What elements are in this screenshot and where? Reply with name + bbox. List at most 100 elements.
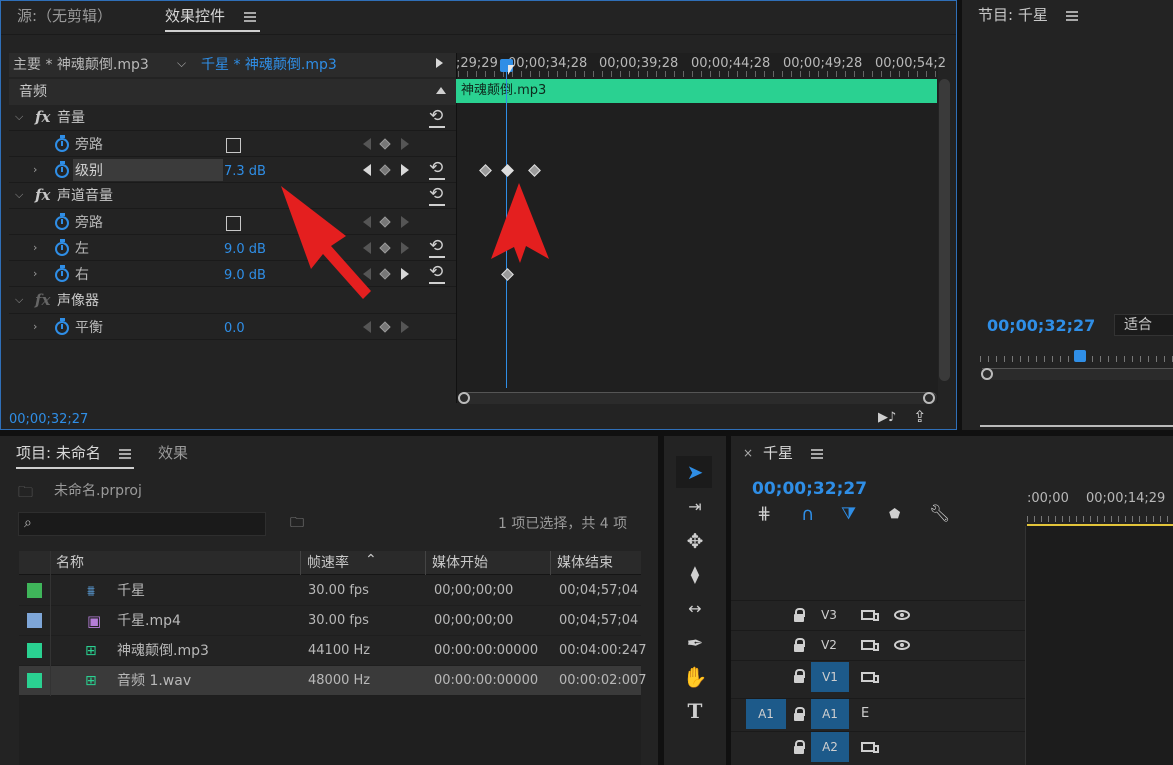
clip-dropdown-chevron-icon[interactable]: ⌵ <box>177 57 186 69</box>
timeline-menu-icon[interactable] <box>811 449 823 459</box>
project-tab[interactable]: 项目: 未命名 <box>16 446 101 461</box>
project-menu-icon[interactable] <box>119 449 131 459</box>
selection-tool-icon[interactable]: ➤ <box>680 459 710 485</box>
reset-icon[interactable] <box>429 184 445 206</box>
next-keyframe-icon[interactable] <box>401 268 409 280</box>
add-keyframe-icon[interactable] <box>379 216 391 228</box>
zoom-handle-left[interactable] <box>458 392 470 404</box>
add-keyframe-icon[interactable] <box>379 268 391 280</box>
next-keyframe-icon[interactable] <box>401 164 409 176</box>
track-label-v2[interactable]: V2 <box>810 630 848 660</box>
column-end-header[interactable]: 媒体结束 <box>557 556 613 570</box>
list-item-selected[interactable]: ⊞ 音频 1.wav 48000 Hz 00:00:00:00000 00:00… <box>19 666 647 696</box>
play-audio-icon[interactable]: ▶♪ <box>878 411 896 424</box>
left-value[interactable]: 9.0 dB <box>224 243 266 256</box>
new-bin-icon[interactable]: 🗀 <box>290 516 304 530</box>
stopwatch-icon[interactable] <box>55 265 69 282</box>
list-item[interactable]: ⩩ 千星 30.00 fps 00;00;00;00 00;04;57;04 <box>19 576 641 606</box>
next-keyframe-icon[interactable] <box>401 138 409 150</box>
effects-panel-tab[interactable]: 效果 <box>158 446 188 461</box>
label-color-swatch[interactable] <box>27 673 42 688</box>
vertical-scrollbar[interactable] <box>939 79 950 381</box>
export-icon[interactable]: ⇪ <box>913 409 926 425</box>
effect-controls-tab[interactable]: 效果控件 <box>165 9 225 24</box>
add-marker-icon[interactable]: ⬟ <box>889 508 900 521</box>
timeline-title[interactable]: 千星 <box>763 446 793 461</box>
bypass2-checkbox[interactable] <box>226 216 241 231</box>
stopwatch-icon[interactable] <box>55 135 69 152</box>
sync-toggle-icon[interactable] <box>861 742 879 753</box>
lock-icon[interactable] <box>794 638 805 652</box>
fx-icon[interactable]: fx <box>35 291 50 309</box>
program-zoom-bar[interactable] <box>982 368 1173 380</box>
pen-tool-icon[interactable]: ✒ <box>680 630 710 656</box>
reset-icon[interactable] <box>429 158 445 180</box>
expand-chevron-icon[interactable]: ⌵ <box>15 110 23 124</box>
linked-selection-icon[interactable]: ⧩ <box>841 506 856 523</box>
ripple-edit-tool-icon[interactable]: ✥ <box>680 528 710 554</box>
sort-ascending-icon[interactable]: ⌃ <box>365 553 377 567</box>
wrench-icon[interactable]: 🔧︎ <box>929 506 951 523</box>
razor-tool-icon[interactable]: ⧫ <box>680 562 710 588</box>
track-select-tool-icon[interactable]: ⇥ <box>680 494 710 520</box>
eye-icon[interactable] <box>894 610 910 620</box>
reset-icon[interactable] <box>429 236 445 258</box>
prev-keyframe-icon[interactable] <box>363 138 371 150</box>
track-label-v3[interactable]: V3 <box>810 600 848 630</box>
reset-icon[interactable] <box>429 106 445 128</box>
program-menu-icon[interactable] <box>1066 11 1078 21</box>
search-input[interactable] <box>18 512 266 536</box>
hand-tool-icon[interactable]: ✋ <box>680 664 710 690</box>
add-keyframe-icon[interactable] <box>379 242 391 254</box>
right-value[interactable]: 9.0 dB <box>224 269 266 282</box>
column-rate-header[interactable]: 帧速率 <box>307 556 349 570</box>
expand-timeline-arrow-icon[interactable] <box>436 58 443 68</box>
slip-tool-icon[interactable]: ↔ <box>680 596 710 622</box>
sync-toggle-icon[interactable] <box>861 610 879 621</box>
add-keyframe-icon[interactable] <box>379 321 391 333</box>
expand-chevron-icon[interactable]: › <box>33 267 37 280</box>
column-start-header[interactable]: 媒体开始 <box>432 556 488 570</box>
collapse-up-arrow-icon[interactable] <box>436 87 446 94</box>
program-timecode[interactable]: 00;00;32;27 <box>987 318 1095 334</box>
lock-icon[interactable] <box>794 669 805 683</box>
label-color-swatch[interactable] <box>27 583 42 598</box>
next-keyframe-icon[interactable] <box>401 216 409 228</box>
reset-icon[interactable] <box>429 262 445 284</box>
sync-toggle-icon[interactable] <box>861 672 879 683</box>
stopwatch-icon[interactable] <box>55 239 69 256</box>
panner-effect-row[interactable]: ⌵ fx 声像器 <box>9 288 456 314</box>
fx-icon[interactable]: fx <box>35 186 50 204</box>
prev-keyframe-icon[interactable] <box>363 164 371 176</box>
level-value[interactable]: 7.3 dB <box>224 165 266 178</box>
sequence-clip-label[interactable]: 千星 * 神魂颠倒.mp3 <box>201 58 337 72</box>
balance-value[interactable]: 0.0 <box>224 322 245 335</box>
snap-magnet-icon[interactable]: ∩ <box>801 506 814 524</box>
stopwatch-icon[interactable] <box>55 161 69 178</box>
expand-chevron-icon[interactable]: › <box>33 241 37 254</box>
current-time-display[interactable]: 00;00;32;27 <box>9 413 88 426</box>
nest-icon[interactable]: ⋕ <box>757 506 771 523</box>
eye-icon[interactable] <box>894 640 910 650</box>
list-item[interactable]: ▣ 千星.mp4 30.00 fps 00;00;00;00 00;04;57;… <box>19 606 641 636</box>
lock-icon[interactable] <box>794 707 805 721</box>
label-color-swatch[interactable] <box>27 643 42 658</box>
next-keyframe-icon[interactable] <box>401 242 409 254</box>
expand-chevron-icon[interactable]: ⌵ <box>15 188 23 202</box>
stopwatch-icon[interactable] <box>55 318 69 335</box>
expand-chevron-icon[interactable]: › <box>33 163 37 176</box>
volume-effect-row[interactable]: ⌵ fx 音量 <box>9 105 456 131</box>
close-icon[interactable]: × <box>743 447 753 459</box>
zoom-handle-right[interactable] <box>923 392 935 404</box>
expand-chevron-icon[interactable]: ⌵ <box>15 293 23 307</box>
expand-chevron-icon[interactable]: › <box>33 320 37 333</box>
lock-icon[interactable] <box>794 740 805 754</box>
fx-icon[interactable]: fx <box>35 108 50 126</box>
program-monitor-title[interactable]: 节目: 千星 <box>978 8 1048 23</box>
prev-keyframe-icon[interactable] <box>363 321 371 333</box>
add-keyframe-icon[interactable] <box>379 138 391 150</box>
program-playhead[interactable] <box>1074 350 1086 362</box>
timeline-timecode[interactable]: 00;00;32;27 <box>752 481 867 498</box>
list-item[interactable]: ⊞ 神魂颠倒.mp3 44100 Hz 00:00:00:00000 00:04… <box>19 636 647 666</box>
sync-toggle-icon[interactable] <box>861 640 879 651</box>
